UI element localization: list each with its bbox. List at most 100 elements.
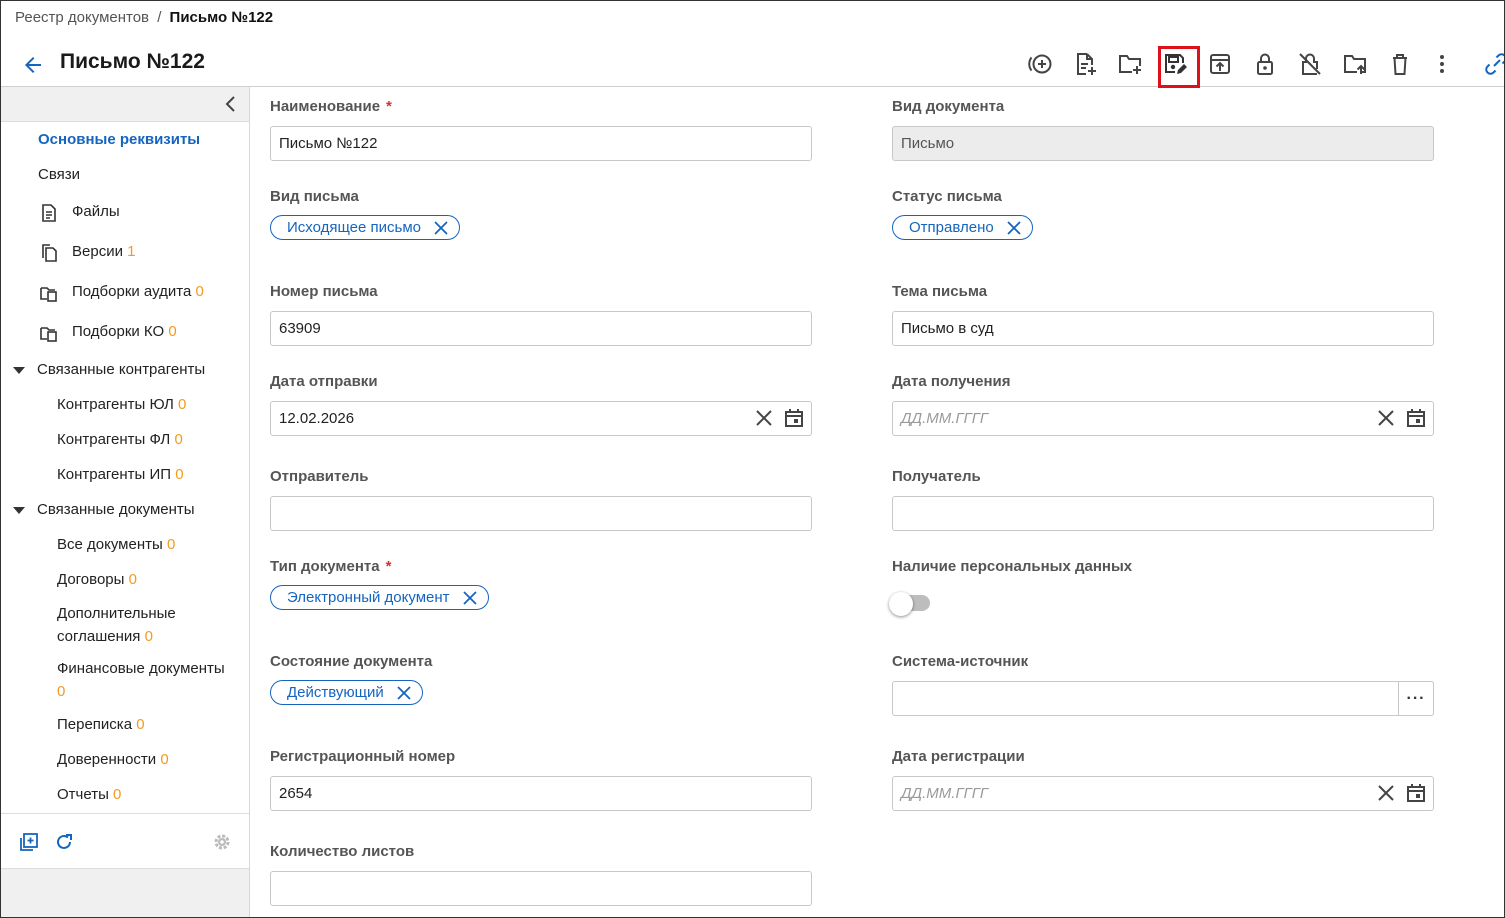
reg-date-input[interactable]: ДД.ММ.ГГГГ bbox=[892, 776, 1434, 811]
required-mark: * bbox=[385, 558, 392, 575]
calendar-icon[interactable] bbox=[1405, 407, 1427, 429]
required-mark: * bbox=[386, 98, 392, 115]
gear-icon[interactable] bbox=[211, 831, 233, 853]
count-badge: 0 bbox=[175, 466, 184, 483]
sidebar-item-counterparties-fl[interactable]: Контрагенты ФЛ 0 bbox=[57, 431, 183, 448]
sidebar-item-agreements[interactable]: Дополнительные соглашения 0 bbox=[57, 602, 237, 648]
sender-input[interactable] bbox=[270, 496, 812, 531]
file-add-icon[interactable] bbox=[1062, 45, 1107, 83]
personal-data-toggle[interactable] bbox=[889, 592, 943, 616]
count-badge: 0 bbox=[174, 431, 183, 448]
toolbar bbox=[1017, 45, 1504, 88]
breadcrumb: Реестр документов / Письмо №122 bbox=[15, 9, 273, 26]
source-system-input[interactable]: ··· bbox=[892, 681, 1434, 716]
page-title: Письмо №122 bbox=[60, 50, 205, 73]
sent-date-input[interactable]: 12.02.2026 bbox=[270, 401, 812, 436]
sheet-count-input[interactable] bbox=[270, 871, 812, 906]
delete-icon[interactable] bbox=[1377, 45, 1422, 83]
clear-icon[interactable] bbox=[1375, 407, 1397, 429]
back-arrow-icon[interactable] bbox=[21, 53, 45, 77]
count-badge: 0 bbox=[195, 283, 204, 300]
input-placeholder: ДД.ММ.ГГГГ bbox=[901, 785, 989, 802]
letter-number-input[interactable]: 63909 bbox=[270, 311, 812, 346]
breadcrumb-root[interactable]: Реестр документов bbox=[15, 9, 149, 26]
count-badge: 1 bbox=[127, 243, 136, 260]
input-value: Письмо №122 bbox=[279, 135, 378, 152]
sidebar-group-documents[interactable]: Связанные документы bbox=[37, 501, 195, 518]
sidebar-item-versions[interactable]: Версии 1 bbox=[72, 243, 135, 260]
lock-icon[interactable] bbox=[1242, 45, 1287, 83]
calendar-icon[interactable] bbox=[783, 407, 805, 429]
sidebar-item-correspondence[interactable]: Переписка 0 bbox=[57, 716, 145, 733]
sidebar-group-counterparties[interactable]: Связанные контрагенты bbox=[37, 361, 205, 378]
sidebar-item-ko[interactable]: Подборки КО 0 bbox=[72, 323, 177, 340]
library-add-icon[interactable] bbox=[18, 831, 40, 853]
sidebar-item-label: Отчеты bbox=[57, 786, 109, 803]
sidebar-item-label: Дополнительные соглашения bbox=[57, 605, 176, 645]
sidebar-item-label: Контрагенты ЮЛ bbox=[57, 396, 174, 413]
reg-number-input[interactable]: 2654 bbox=[270, 776, 812, 811]
upload-icon[interactable] bbox=[1197, 45, 1242, 83]
recipient-input[interactable] bbox=[892, 496, 1434, 531]
input-value: 2654 bbox=[279, 785, 313, 802]
title-bar: Письмо №122 bbox=[1, 41, 1504, 88]
sidebar-item-main[interactable]: Основные реквизиты bbox=[38, 131, 200, 148]
input-value: Письмо bbox=[901, 135, 955, 152]
letter-kind-label: Вид письма bbox=[270, 188, 359, 205]
sidebar-item-audit[interactable]: Подборки аудита 0 bbox=[72, 283, 204, 300]
clear-icon[interactable] bbox=[753, 407, 775, 429]
sidebar-item-all-documents[interactable]: Все документы 0 bbox=[57, 536, 175, 553]
doc-state-chip[interactable]: Действующий bbox=[270, 680, 423, 705]
sidebar-item-links[interactable]: Связи bbox=[38, 166, 80, 183]
refresh-icon[interactable] bbox=[53, 831, 75, 853]
doc-type-chip[interactable]: Электронный документ bbox=[270, 585, 489, 610]
clear-icon[interactable] bbox=[1375, 782, 1397, 804]
link-icon[interactable] bbox=[1481, 45, 1504, 83]
caret-down-icon[interactable] bbox=[13, 367, 25, 374]
caret-down-icon[interactable] bbox=[13, 507, 25, 514]
sidebar-item-label: Договоры bbox=[57, 571, 125, 588]
save-edit-icon[interactable] bbox=[1152, 45, 1200, 88]
count-badge: 0 bbox=[178, 396, 187, 413]
label-text: Тип документа bbox=[270, 558, 380, 575]
close-icon[interactable] bbox=[462, 590, 478, 606]
add-circle-icon[interactable] bbox=[1017, 45, 1062, 83]
letter-kind-chip[interactable]: Исходящее письмо bbox=[270, 215, 460, 240]
unlock-off-icon[interactable] bbox=[1287, 45, 1332, 83]
sidebar-item-label: Файлы bbox=[72, 203, 120, 220]
sidebar-item-finance[interactable]: Финансовые документы 0 bbox=[57, 657, 237, 703]
sender-label: Отправитель bbox=[270, 468, 369, 485]
name-input[interactable]: Письмо №122 bbox=[270, 126, 812, 161]
sidebar-item-poa[interactable]: Доверенности 0 bbox=[57, 751, 169, 768]
sidebar-item-counterparties-ul[interactable]: Контрагенты ЮЛ 0 bbox=[57, 396, 186, 413]
reg-date-label: Дата регистрации bbox=[892, 748, 1025, 765]
folder-upload-icon[interactable] bbox=[1332, 45, 1377, 83]
sidebar-item-files[interactable]: Файлы bbox=[72, 203, 120, 220]
more-vert-icon[interactable] bbox=[1422, 45, 1462, 83]
label-text: Наименование bbox=[270, 98, 381, 115]
doc-kind-label: Вид документа bbox=[892, 98, 1005, 115]
recipient-label: Получатель bbox=[892, 468, 981, 485]
received-date-input[interactable]: ДД.ММ.ГГГГ bbox=[892, 401, 1434, 436]
letter-subject-input[interactable]: Письмо в суд bbox=[892, 311, 1434, 346]
close-icon[interactable] bbox=[1006, 220, 1022, 236]
input-value: 12.02.2026 bbox=[279, 410, 355, 427]
sidebar-item-contracts[interactable]: Договоры 0 bbox=[57, 571, 137, 588]
ellipsis-button[interactable]: ··· bbox=[1398, 681, 1434, 716]
count-badge: 0 bbox=[166, 536, 176, 553]
breadcrumb-current: Письмо №122 bbox=[169, 9, 274, 26]
calendar-icon[interactable] bbox=[1405, 782, 1427, 804]
personal-data-label: Наличие персональных данных bbox=[892, 558, 1133, 575]
sidebar-item-reports[interactable]: Отчеты 0 bbox=[57, 786, 121, 803]
input-placeholder: ДД.ММ.ГГГГ bbox=[901, 410, 989, 427]
sidebar-item-label: Подборки аудита bbox=[72, 283, 192, 300]
sidebar-item-counterparties-ip[interactable]: Контрагенты ИП 0 bbox=[57, 466, 184, 483]
close-icon[interactable] bbox=[433, 220, 449, 236]
chevron-left-icon[interactable] bbox=[221, 94, 241, 114]
folder-add-icon[interactable] bbox=[1107, 45, 1152, 83]
close-icon[interactable] bbox=[396, 685, 412, 701]
letter-status-chip[interactable]: Отправлено bbox=[892, 215, 1033, 240]
sidebar-header bbox=[1, 87, 249, 122]
letter-subject-label: Тема письма bbox=[892, 283, 988, 300]
chip-label: Электронный документ bbox=[287, 589, 450, 606]
